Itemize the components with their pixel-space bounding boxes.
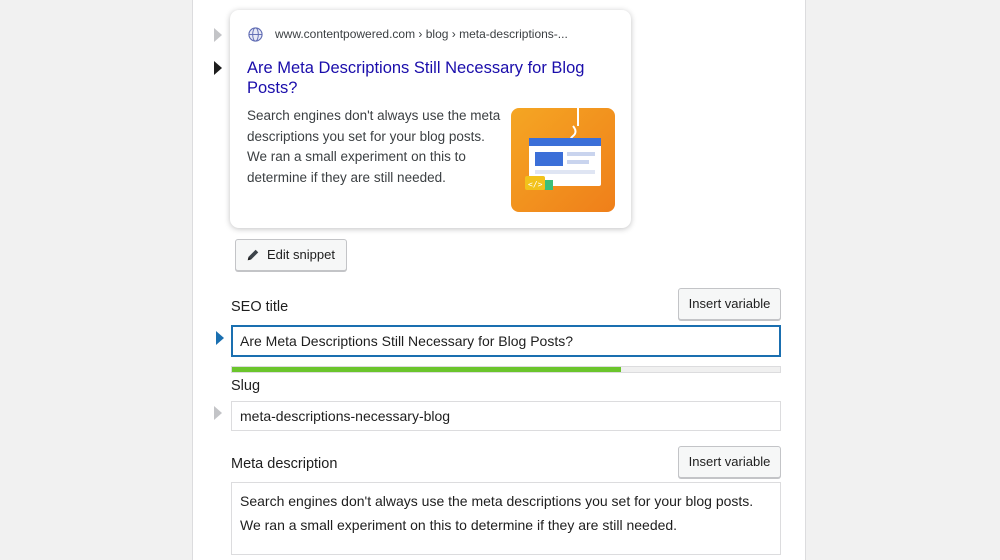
expand-arrow-icon[interactable] xyxy=(214,61,222,75)
seo-title-progress-fill xyxy=(232,367,622,372)
expand-arrow-icon[interactable] xyxy=(214,406,222,420)
seo-title-insert-variable-button[interactable]: Insert variable xyxy=(678,288,781,320)
snippet-title[interactable]: Are Meta Descriptions Still Necessary fo… xyxy=(247,58,597,98)
snippet-thumbnail: </> xyxy=(511,108,615,212)
snippet-preview-card: www.contentpowered.com › blog › meta-des… xyxy=(230,10,631,228)
edit-snippet-button[interactable]: Edit snippet xyxy=(235,239,347,271)
globe-icon xyxy=(248,27,263,42)
seo-title-length-progress xyxy=(231,366,781,373)
svg-text:</>: </> xyxy=(528,180,543,189)
meta-description-label: Meta description xyxy=(231,456,338,472)
slug-input[interactable]: meta-descriptions-necessary-blog xyxy=(231,401,781,431)
expand-arrow-icon[interactable] xyxy=(214,28,222,42)
pencil-icon xyxy=(247,249,259,261)
focus-arrow-icon xyxy=(216,331,224,345)
seo-title-input[interactable]: Are Meta Descriptions Still Necessary fo… xyxy=(231,325,781,357)
snippet-breadcrumb: www.contentpowered.com › blog › meta-des… xyxy=(275,27,568,41)
edit-snippet-label: Edit snippet xyxy=(267,247,335,262)
meta-description-input[interactable]: Search engines don't always use the meta… xyxy=(231,482,781,555)
snippet-description: Search engines don't always use the meta… xyxy=(247,108,501,185)
meta-description-insert-variable-button[interactable]: Insert variable xyxy=(678,446,781,478)
slug-label: Slug xyxy=(231,378,261,394)
seo-title-label: SEO title xyxy=(231,299,289,315)
